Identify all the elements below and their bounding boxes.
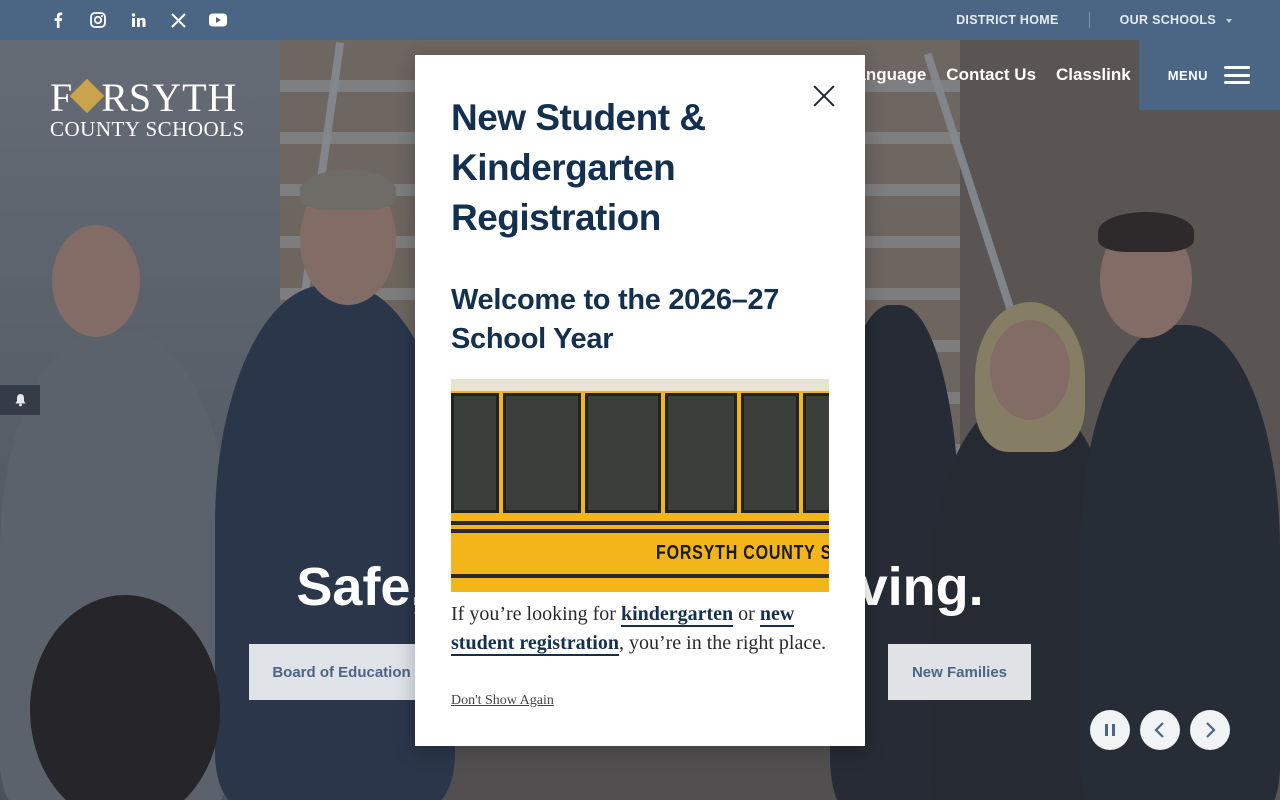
bus-stripe: [451, 574, 829, 578]
pause-button[interactable]: [1090, 710, 1130, 750]
main-nav: Language Contact Us Classlink: [846, 62, 1131, 88]
our-schools-dropdown[interactable]: OUR SCHOOLS: [1120, 13, 1232, 27]
utility-links: DISTRICT HOME OUR SCHOOLS: [956, 0, 1232, 40]
divider: [1088, 12, 1090, 28]
bus-window: [451, 393, 499, 513]
modal-text-mid: or: [733, 603, 760, 625]
logo-word: RSYTH: [101, 75, 238, 120]
youtube-icon[interactable]: [208, 10, 228, 30]
bus-lettering: FORSYTH COUNTY SCHOOLS: [656, 542, 829, 564]
crest-icon: [69, 78, 105, 114]
logo-letter-f: F: [50, 75, 74, 120]
modal-body: If you’re looking for kindergarten or ne…: [451, 600, 831, 658]
social-links: [48, 0, 228, 40]
nav-contact-us[interactable]: Contact Us: [946, 65, 1036, 85]
nav-classlink[interactable]: Classlink: [1056, 65, 1131, 85]
modal-subtitle: Welcome to the 2026–27 School Year: [451, 284, 780, 355]
bus-stripe: [451, 529, 829, 533]
registration-modal: New Student & Kindergarten Registration …: [415, 55, 865, 746]
chevron-right-icon: [1206, 722, 1216, 738]
previous-slide-button[interactable]: [1140, 710, 1180, 750]
notification-bell-icon[interactable]: [0, 385, 40, 415]
district-home-link[interactable]: DISTRICT HOME: [956, 13, 1059, 27]
modal-title: New Student & Kindergarten Registration: [451, 97, 706, 238]
x-icon[interactable]: [168, 10, 188, 30]
kindergarten-link[interactable]: kindergarten: [620, 603, 734, 627]
our-schools-label: OUR SCHOOLS: [1119, 13, 1216, 27]
district-logo[interactable]: F RSYTH COUNTY SCHOOLS: [50, 78, 260, 142]
bus-window: [503, 393, 581, 513]
logo-subtitle: COUNTY SCHOOLS: [50, 117, 245, 141]
close-icon[interactable]: [811, 83, 837, 109]
hamburger-icon: [1224, 66, 1250, 84]
new-families-button[interactable]: New Families: [888, 644, 1031, 700]
menu-label: MENU: [1167, 67, 1208, 83]
chevron-down-icon: [1226, 18, 1232, 23]
pause-icon: [1105, 724, 1115, 736]
menu-button[interactable]: MENU: [1139, 40, 1280, 110]
linkedin-icon[interactable]: [128, 10, 148, 30]
board-of-education-button[interactable]: Board of Education: [249, 644, 434, 700]
facebook-icon[interactable]: [48, 10, 68, 30]
chevron-left-icon: [1154, 722, 1164, 738]
school-bus-photo: FORSYTH COUNTY SCHOOLS: [451, 379, 829, 592]
bus-window: [741, 393, 799, 513]
dont-show-again-link[interactable]: Don't Show Again: [451, 693, 554, 709]
bus-window: [803, 393, 829, 513]
modal-text-end: , you’re in the right place.: [618, 632, 827, 654]
bus-stripe: [451, 521, 829, 525]
bus-window: [665, 393, 737, 513]
next-slide-button[interactable]: [1190, 710, 1230, 750]
bus-roof: [451, 379, 829, 391]
utility-bar: DISTRICT HOME OUR SCHOOLS: [0, 0, 1280, 40]
bus-window: [585, 393, 661, 513]
instagram-icon[interactable]: [88, 10, 108, 30]
modal-text-start: If you’re looking for: [451, 603, 621, 625]
